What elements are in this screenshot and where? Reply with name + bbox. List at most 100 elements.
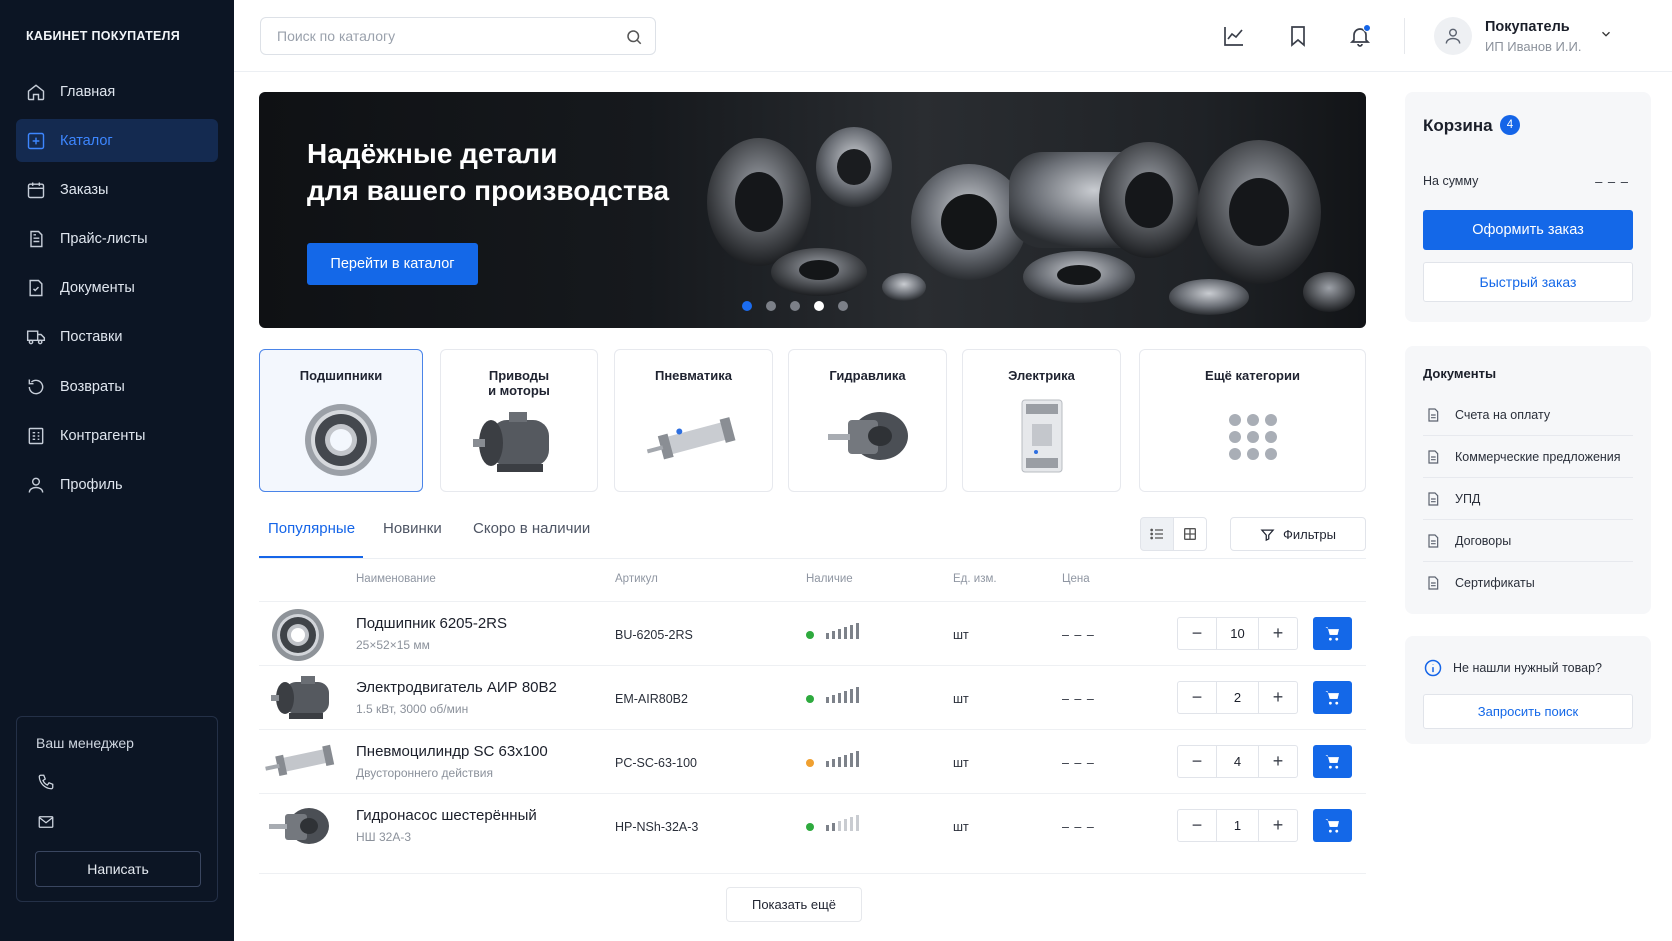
document-label: УПД (1455, 492, 1481, 506)
go-to-catalog-button[interactable]: Перейти в каталог (307, 243, 478, 285)
bookmarks-button[interactable] (1286, 24, 1310, 48)
checkout-button[interactable]: Оформить заказ (1423, 210, 1633, 250)
sidebar-item-returns[interactable]: Возвраты (16, 365, 218, 408)
user-name: Покупатель (1485, 19, 1570, 35)
divider (1404, 18, 1405, 54)
chart-icon (1224, 27, 1243, 46)
category-more[interactable]: Ещё категории (1139, 349, 1366, 492)
sidebar-brand: КАБИНЕТ ПОКУПАТЕЛЯ (26, 29, 181, 43)
product-image (272, 609, 324, 661)
product-name[interactable]: Подшипник 6205-2RS (356, 615, 507, 632)
show-more-button[interactable]: Показать ещё (726, 887, 862, 922)
carousel-dot-active[interactable] (814, 301, 824, 311)
user-menu[interactable]: Покупатель ИП Иванов И.И. (1434, 15, 1624, 57)
cart-sum-label: На сумму (1423, 174, 1479, 188)
cart-sum-value: – – – (1595, 174, 1629, 189)
product-sku: EM-AIR80B2 (615, 692, 688, 706)
increase-button[interactable]: + (1259, 746, 1297, 777)
increase-button[interactable]: + (1259, 682, 1297, 713)
quantity-stepper: − + (1177, 809, 1298, 842)
write-manager-button[interactable]: Написать (35, 851, 201, 887)
search-icon[interactable] (625, 28, 643, 46)
product-image (269, 808, 329, 844)
quantity-input[interactable] (1216, 618, 1259, 649)
carousel-dot[interactable] (790, 301, 800, 311)
cart-icon (1325, 755, 1339, 769)
mail-icon[interactable] (37, 813, 55, 831)
category-pneumatics[interactable]: Пневматика (614, 349, 773, 492)
document-link[interactable]: Сертификаты (1423, 562, 1633, 604)
phone-icon[interactable] (37, 773, 55, 791)
add-to-cart-button[interactable] (1313, 681, 1352, 714)
document-link[interactable]: Коммерческие предложения (1423, 436, 1633, 478)
add-to-cart-button[interactable] (1313, 745, 1352, 778)
grid-view-toggle[interactable] (1173, 517, 1207, 551)
document-icon (1428, 492, 1439, 506)
quick-order-button[interactable]: Быстрый заказ (1423, 262, 1633, 302)
decrease-button[interactable]: − (1178, 810, 1216, 841)
sidebar: КАБИНЕТ ПОКУПАТЕЛЯ Главная Каталог Заказ… (0, 0, 234, 941)
category-hydraulics[interactable]: Гидравлика (788, 349, 947, 492)
analytics-button[interactable] (1222, 24, 1246, 48)
cart-count-badge: 4 (1500, 115, 1520, 135)
stock-level-bars (826, 623, 859, 639)
sidebar-item-orders[interactable]: Заказы (16, 168, 218, 211)
sidebar-item-documents[interactable]: Документы (16, 267, 218, 310)
cart-icon (1325, 691, 1339, 705)
document-link[interactable]: УПД (1423, 478, 1633, 520)
product-sku: BU-6205-2RS (615, 628, 693, 642)
decrease-button[interactable]: − (1178, 618, 1216, 649)
tab-popular[interactable]: Популярные (268, 520, 355, 537)
product-unit: шт (953, 628, 969, 642)
carousel-dot[interactable] (838, 301, 848, 311)
sidebar-item-home[interactable]: Главная (16, 70, 218, 113)
increase-button[interactable]: + (1259, 810, 1297, 841)
document-label: Счета на оплату (1455, 408, 1551, 422)
documents-title: Документы (1423, 366, 1497, 381)
avatar (1434, 17, 1472, 55)
category-bearings[interactable]: Подшипники (259, 349, 423, 492)
document-link[interactable]: Счета на оплату (1423, 394, 1633, 436)
return-icon (28, 379, 44, 394)
tab-new[interactable]: Новинки (383, 520, 442, 537)
category-drives-motors[interactable]: Приводы и моторы (440, 349, 598, 492)
document-label: Коммерческие предложения (1455, 450, 1621, 464)
document-link[interactable]: Договоры (1423, 520, 1633, 562)
request-search-button[interactable]: Запросить поиск (1423, 694, 1633, 729)
product-name[interactable]: Электродвигатель АИР 80В2 (356, 679, 557, 696)
sidebar-item-label: Поставки (60, 329, 123, 346)
info-icon (1424, 659, 1442, 677)
filters-label: Фильтры (1282, 526, 1336, 542)
sidebar-item-catalog[interactable]: Каталог (16, 119, 218, 163)
product-image (265, 744, 335, 777)
document-icon (1428, 576, 1439, 590)
decrease-button[interactable]: − (1178, 682, 1216, 713)
product-name[interactable]: Гидронасос шестерённый (356, 807, 537, 824)
quantity-input[interactable] (1216, 810, 1259, 841)
quantity-input[interactable] (1216, 746, 1259, 777)
add-to-cart-button[interactable] (1313, 809, 1352, 842)
table-row: Гидронасос шестерённый НШ 32А-3 HP-NSh-3… (259, 793, 1366, 857)
sidebar-item-deliveries[interactable]: Поставки (16, 316, 218, 359)
sidebar-item-profile[interactable]: Профиль (16, 464, 218, 507)
quantity-input[interactable] (1216, 682, 1259, 713)
product-name[interactable]: Пневмоцилиндр SC 63x100 (356, 743, 548, 760)
column-header-unit: Ед. изм. (953, 573, 997, 585)
quantity-stepper: − + (1177, 617, 1298, 650)
list-view-toggle[interactable] (1140, 517, 1174, 551)
product-desc: 25×52×15 мм (356, 638, 430, 652)
carousel-dots (742, 301, 862, 311)
sidebar-item-counterparties[interactable]: Контрагенты (16, 414, 218, 457)
filters-button[interactable]: Фильтры (1230, 517, 1366, 551)
category-electrics[interactable]: Электрика (962, 349, 1121, 492)
add-to-cart-button[interactable] (1313, 617, 1352, 650)
document-label: Сертификаты (1455, 576, 1535, 590)
decrease-button[interactable]: − (1178, 746, 1216, 777)
notifications-button[interactable] (1348, 24, 1372, 48)
search-input[interactable] (261, 18, 655, 54)
carousel-dot[interactable] (766, 301, 776, 311)
sidebar-item-price-lists[interactable]: Прайс-листы (16, 218, 218, 261)
carousel-dot[interactable] (742, 301, 752, 311)
tab-coming-soon[interactable]: Скоро в наличии (473, 520, 590, 537)
increase-button[interactable]: + (1259, 618, 1297, 649)
